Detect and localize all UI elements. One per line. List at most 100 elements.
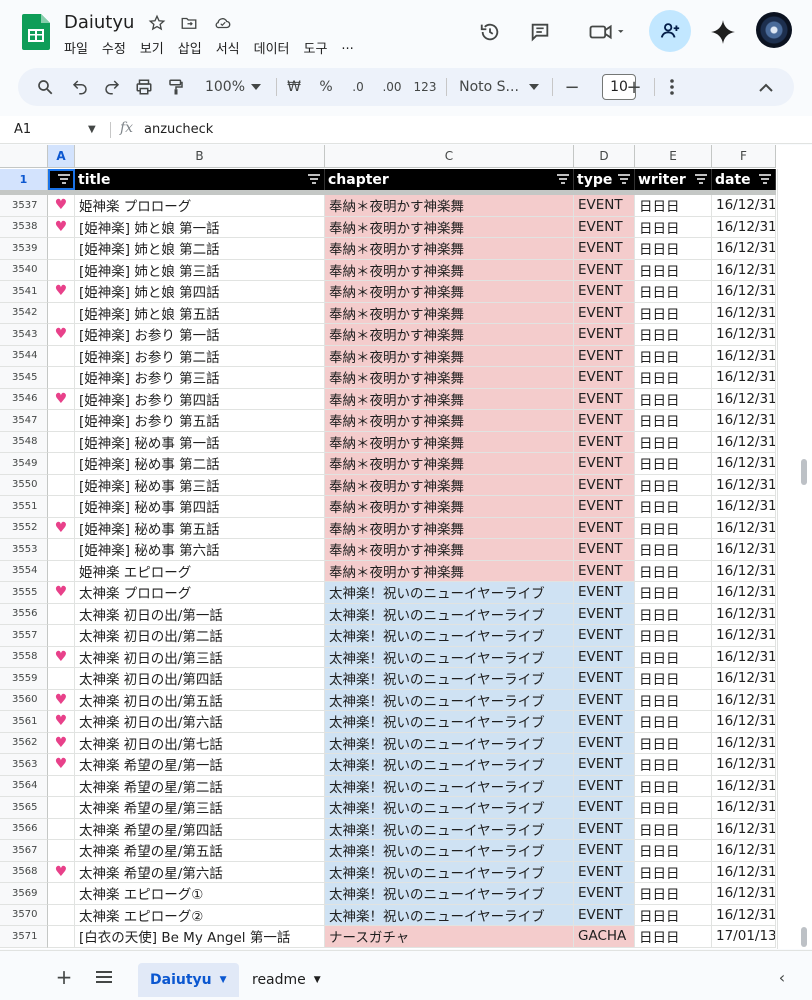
cell-type[interactable]: EVENT	[574, 367, 635, 389]
formula-input[interactable]: anzucheck	[144, 122, 213, 137]
cell-type[interactable]: EVENT	[574, 754, 635, 776]
cell-chapter[interactable]: 太神楽！祝いのニューイヤーライブ	[325, 883, 574, 905]
cell-type[interactable]: EVENT	[574, 625, 635, 647]
cell-anzucheck[interactable]	[48, 474, 75, 496]
cell-type[interactable]: EVENT	[574, 474, 635, 496]
row-number[interactable]: 3537	[0, 195, 48, 217]
chevron-down-icon[interactable]: ▼	[88, 124, 96, 135]
menu-data[interactable]: 데이터	[254, 38, 290, 57]
cell-anzucheck[interactable]: ♥	[48, 324, 75, 346]
cell-anzucheck[interactable]: ♥	[48, 689, 75, 711]
cell-writer[interactable]: 日日日	[635, 689, 712, 711]
column-header-c[interactable]: C	[325, 145, 574, 168]
cell-title[interactable]: [姫神楽] 秘め事 第四話	[75, 496, 325, 518]
cell-writer[interactable]: 日日日	[635, 517, 712, 539]
menu-edit[interactable]: 수정	[102, 38, 126, 57]
cell-type[interactable]: EVENT	[574, 689, 635, 711]
cell-anzucheck[interactable]	[48, 238, 75, 260]
cell-chapter[interactable]: 奉納＊夜明かす神楽舞	[325, 345, 574, 367]
cell-chapter[interactable]: 太神楽！祝いのニューイヤーライブ	[325, 582, 574, 604]
row-number[interactable]: 3560	[0, 689, 48, 711]
cell-date[interactable]: 16/12/31	[712, 754, 776, 776]
cell-writer[interactable]: 日日日	[635, 904, 712, 926]
cell-anzucheck[interactable]	[48, 453, 75, 475]
share-button[interactable]	[649, 10, 691, 52]
cell-date[interactable]: 16/12/31	[712, 732, 776, 754]
column-header-e[interactable]: E	[635, 145, 712, 168]
cell-type[interactable]: EVENT	[574, 711, 635, 733]
cell-anzucheck[interactable]	[48, 539, 75, 561]
cell-type[interactable]: EVENT	[574, 453, 635, 475]
row-number[interactable]: 1	[0, 169, 48, 190]
scrollbar-thumb-secondary[interactable]	[801, 927, 807, 947]
cell-title[interactable]: [姫神楽] 秘め事 第六話	[75, 539, 325, 561]
cell-anzucheck[interactable]	[48, 668, 75, 690]
cell-anzucheck[interactable]: ♥	[48, 861, 75, 883]
cell-anzucheck[interactable]: ♥	[48, 517, 75, 539]
cell-writer[interactable]: 日日日	[635, 861, 712, 883]
cell-title[interactable]: 太神楽 初日の出/第一話	[75, 603, 325, 625]
more-options-icon[interactable]	[662, 68, 682, 106]
cell-chapter[interactable]: 太神楽！祝いのニューイヤーライブ	[325, 603, 574, 625]
cell-title[interactable]: 太神楽 プロローグ	[75, 582, 325, 604]
cell-type[interactable]: EVENT	[574, 883, 635, 905]
cell-date[interactable]: 16/12/31	[712, 195, 776, 217]
zoom-select[interactable]: 100%	[198, 68, 268, 106]
cell-writer[interactable]: 日日日	[635, 195, 712, 217]
cell-title[interactable]: 太神楽 希望の星/第五話	[75, 840, 325, 862]
cell-chapter[interactable]: 奉納＊夜明かす神楽舞	[325, 238, 574, 260]
cell-anzucheck[interactable]: ♥	[48, 582, 75, 604]
row-number[interactable]: 3539	[0, 238, 48, 260]
cell-writer[interactable]: 日日日	[635, 711, 712, 733]
cell-date[interactable]: 16/12/31	[712, 797, 776, 819]
cell-date[interactable]: 16/12/31	[712, 238, 776, 260]
cell-type[interactable]: EVENT	[574, 646, 635, 668]
row-number[interactable]: 3559	[0, 668, 48, 690]
cell-chapter[interactable]: 奉納＊夜明かす神楽舞	[325, 259, 574, 281]
cell-anzucheck[interactable]: ♥	[48, 646, 75, 668]
percent-format-button[interactable]: %	[314, 68, 338, 106]
row-number[interactable]: 3570	[0, 904, 48, 926]
cell-title[interactable]: [姫神楽] 姉と娘 第五話	[75, 302, 325, 324]
row-number[interactable]: 3565	[0, 797, 48, 819]
cell-date[interactable]: 16/12/31	[712, 431, 776, 453]
cell-type[interactable]: EVENT	[574, 410, 635, 432]
row-number[interactable]: 3545	[0, 367, 48, 389]
cell-type[interactable]: EVENT	[574, 517, 635, 539]
cell-chapter[interactable]: 太神楽！祝いのニューイヤーライブ	[325, 818, 574, 840]
cell-chapter[interactable]: 奉納＊夜明かす神楽舞	[325, 539, 574, 561]
cell-date[interactable]: 16/12/31	[712, 668, 776, 690]
cell-writer[interactable]: 日日日	[635, 431, 712, 453]
cell-chapter[interactable]: 奉納＊夜明かす神楽舞	[325, 388, 574, 410]
row-number[interactable]: 3540	[0, 259, 48, 281]
cell-writer[interactable]: 日日日	[635, 324, 712, 346]
cell-type[interactable]: EVENT	[574, 431, 635, 453]
cell-date[interactable]: 16/12/31	[712, 818, 776, 840]
star-icon[interactable]	[146, 12, 168, 34]
cell-chapter[interactable]: 奉納＊夜明かす神楽舞	[325, 517, 574, 539]
cell-title[interactable]: 太神楽 希望の星/第二話	[75, 775, 325, 797]
gemini-sparkle-icon[interactable]	[705, 14, 741, 50]
cell-chapter[interactable]: 奉納＊夜明かす神楽舞	[325, 281, 574, 303]
row-number[interactable]: 3542	[0, 302, 48, 324]
cell-anzucheck[interactable]: ♥	[48, 216, 75, 238]
cell-chapter[interactable]: 太神楽！祝いのニューイヤーライブ	[325, 775, 574, 797]
cell-chapter[interactable]: 太神楽！祝いのニューイヤーライブ	[325, 754, 574, 776]
undo-icon[interactable]	[66, 68, 94, 106]
cell-title[interactable]: [姫神楽] 姉と娘 第一話	[75, 216, 325, 238]
cell-type[interactable]: EVENT	[574, 840, 635, 862]
chevron-left-icon[interactable]: ‹	[768, 963, 796, 991]
cell-chapter[interactable]: 太神楽！祝いのニューイヤーライブ	[325, 625, 574, 647]
cell-anzucheck[interactable]	[48, 926, 75, 948]
sheet-tab-daiutyu[interactable]: Daiutyu ▼	[138, 963, 239, 997]
cell-date[interactable]: 16/12/31	[712, 281, 776, 303]
vertical-scrollbar[interactable]	[777, 169, 812, 949]
cell-writer[interactable]: 日日日	[635, 539, 712, 561]
cell-chapter[interactable]: 太神楽！祝いのニューイヤーライブ	[325, 689, 574, 711]
cell-anzucheck[interactable]	[48, 431, 75, 453]
filter-icon[interactable]	[759, 174, 771, 184]
cell-type[interactable]: EVENT	[574, 732, 635, 754]
number-format-button[interactable]: 123	[410, 68, 440, 106]
sheet-tab-readme[interactable]: readme ▼	[240, 963, 333, 997]
row-number[interactable]: 3548	[0, 431, 48, 453]
